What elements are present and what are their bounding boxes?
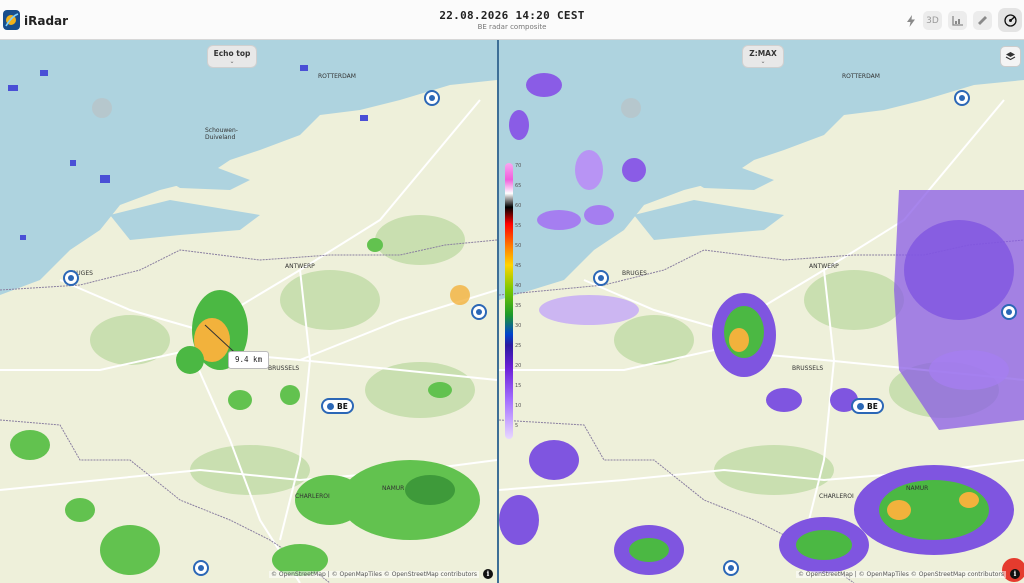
radar-icon <box>1003 13 1017 27</box>
product-label-right: Z:MAX <box>749 49 777 58</box>
place-label-bruges: BRUGES <box>622 270 647 277</box>
scale-tick: 5 <box>515 423 519 429</box>
product-label-left: Echo top <box>213 49 251 58</box>
echo-top-map-panel[interactable]: ROTTERDAM BRUGES Schouwen- Duiveland ANT… <box>0 40 497 583</box>
place-label-schouwen-duiveland: Schouwen- <box>205 127 238 134</box>
layers-button[interactable] <box>1000 46 1021 67</box>
chevron-down-icon: ⌄ <box>760 58 766 65</box>
lightning-button[interactable] <box>901 11 920 30</box>
zoom-ghost-control[interactable] <box>621 98 641 118</box>
place-label-namur: NAMUR <box>382 485 404 492</box>
echo-top-map[interactable]: ROTTERDAM BRUGES Schouwen- Duiveland ANT… <box>0 40 497 583</box>
be-station-marker[interactable]: BE <box>321 398 354 414</box>
product-selector-left[interactable]: Echo top ⌄ <box>207 45 257 68</box>
zmax-map-panel[interactable]: ROTTERDAM BRUGES ANTWERP BRUSSELS NAMUR … <box>499 40 1024 583</box>
be-station-marker[interactable]: BE <box>851 398 884 414</box>
product-selector-right[interactable]: Z:MAX ⌄ <box>742 45 784 68</box>
layers-icon <box>1005 52 1016 61</box>
scale-tick: 40 <box>515 283 522 289</box>
3d-view-button[interactable]: 3D <box>923 11 942 30</box>
top-bar: iRadar 22.08.2026 14:20 CEST BE radar co… <box>0 0 1024 40</box>
scale-tick: 10 <box>515 403 522 409</box>
scale-tick: 35 <box>515 303 522 309</box>
be-station-label: BE <box>337 401 348 411</box>
radar-station-marker[interactable] <box>424 90 440 106</box>
place-label-brussels: BRUSSELS <box>792 365 823 372</box>
place-label-antwerp: ANTWERP <box>809 263 839 270</box>
scale-tick: 55 <box>515 223 522 229</box>
info-icon[interactable]: i <box>1010 569 1020 579</box>
place-label-charleroi: CHARLEROI <box>819 493 854 500</box>
radar-station-marker[interactable] <box>193 560 209 576</box>
chart-icon <box>952 15 963 26</box>
radar-subtitle: BE radar composite <box>477 23 547 31</box>
measurement-tooltip: 9.4 km <box>228 351 270 369</box>
radar-station-marker[interactable] <box>471 304 487 320</box>
chart-button[interactable] <box>948 11 967 30</box>
zoom-ghost-control[interactable] <box>92 98 112 118</box>
scale-tick: 25 <box>515 343 522 349</box>
place-label-charleroi: CHARLEROI <box>295 493 330 500</box>
ruler-button[interactable] <box>973 11 992 30</box>
place-label-schouwen-duiveland-2: Duiveland <box>205 134 235 141</box>
scale-tick: 15 <box>515 383 522 389</box>
ruler-icon <box>978 16 987 25</box>
datetime-title: 22.08.2026 14:20 CEST <box>439 9 585 22</box>
radar-station-marker[interactable] <box>954 90 970 106</box>
scale-labels: 70 65 60 55 50 45 40 35 30 25 20 15 10 5 <box>515 163 535 439</box>
scale-tick: 30 <box>515 323 522 329</box>
radar-station-marker[interactable] <box>723 560 739 576</box>
info-icon[interactable]: i <box>483 569 493 579</box>
place-label-brussels: BRUSSELS <box>268 365 299 372</box>
lightning-icon <box>906 14 915 27</box>
place-label-namur: NAMUR <box>906 485 928 492</box>
scale-tick: 20 <box>515 363 522 369</box>
radar-station-marker[interactable] <box>63 270 79 286</box>
radar-station-marker[interactable] <box>593 270 609 286</box>
scale-tick: 50 <box>515 243 522 249</box>
radar-mode-button[interactable] <box>998 8 1022 32</box>
place-label-rotterdam: ROTTERDAM <box>318 73 356 80</box>
scale-tick: 70 <box>515 163 522 169</box>
radar-station-icon <box>857 402 864 410</box>
scale-tick: 45 <box>515 263 522 269</box>
scale-tick: 60 <box>515 203 522 209</box>
be-station-label: BE <box>867 401 878 411</box>
map-attribution[interactable]: © OpenStreetMap | © OpenMapTiles © OpenS… <box>268 571 479 578</box>
3d-label: 3D <box>926 15 939 26</box>
radar-station-marker[interactable] <box>1001 304 1017 320</box>
chevron-down-icon: ⌄ <box>229 58 235 65</box>
place-label-antwerp: ANTWERP <box>285 263 315 270</box>
radar-station-icon <box>327 402 334 410</box>
scale-tick: 65 <box>515 183 522 189</box>
place-label-rotterdam: ROTTERDAM <box>842 73 880 80</box>
zmax-map[interactable]: ROTTERDAM BRUGES ANTWERP BRUSSELS NAMUR … <box>499 40 1024 583</box>
reflectivity-color-scale <box>505 163 513 439</box>
map-attribution[interactable]: © OpenStreetMap | © OpenMapTiles © OpenS… <box>795 571 1006 578</box>
